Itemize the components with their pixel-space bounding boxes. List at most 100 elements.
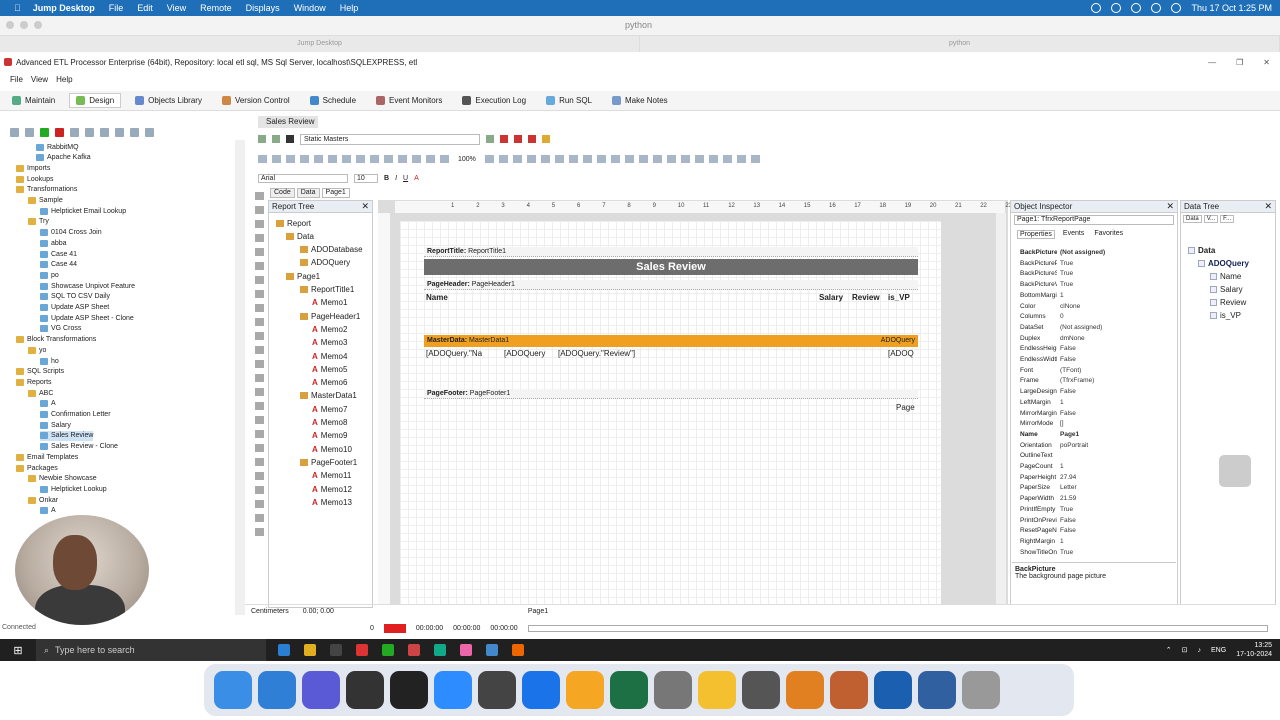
property-row[interactable]: LeftMargin 1 — [1012, 399, 1158, 409]
tree-item[interactable]: Onkar — [28, 495, 58, 505]
tab-event-monitors[interactable]: Event Monitors — [370, 94, 448, 107]
property-value[interactable]: False — [1057, 388, 1158, 398]
toolbar-icon[interactable] — [638, 155, 648, 163]
dock-app-icon[interactable] — [522, 671, 560, 709]
etl-app-icon[interactable] — [512, 644, 524, 656]
toolbar-icon[interactable] — [610, 155, 620, 163]
tree-item[interactable]: Sample — [28, 196, 63, 206]
property-row[interactable]: BackPicture (Not assigned) — [1012, 249, 1158, 259]
status-icon[interactable] — [1131, 3, 1142, 13]
text-icon[interactable] — [254, 234, 264, 242]
data-field[interactable]: is_VP — [1210, 310, 1241, 320]
palette-icon[interactable] — [254, 304, 264, 312]
tree-item[interactable]: ho — [40, 356, 59, 366]
dock-app-icon[interactable] — [478, 671, 516, 709]
toolbar-icon[interactable] — [596, 155, 606, 163]
property-value[interactable]: (TfrxFrame) — [1057, 377, 1158, 387]
property-value[interactable]: (Not assigned) — [1057, 324, 1158, 334]
font-name-select[interactable]: Arial — [258, 173, 348, 183]
toolbar-icon[interactable] — [398, 155, 407, 163]
toolbar-icon[interactable] — [384, 155, 393, 163]
page-footer-band[interactable]: PageFooter: PageFooter1 — [424, 389, 918, 415]
menu-view[interactable]: View — [31, 75, 48, 84]
dock-app-icon[interactable] — [962, 671, 1000, 709]
property-row[interactable]: PaperHeight 27.94 — [1012, 474, 1158, 484]
page-header-band[interactable]: PageHeader: PageHeader1 — [424, 280, 918, 306]
tree-item[interactable]: Try — [28, 217, 49, 227]
property-row[interactable]: Duplex dmNone — [1012, 335, 1158, 345]
tree-item[interactable]: ABC — [28, 388, 53, 398]
property-row[interactable]: LargeDesignHFalse — [1012, 388, 1158, 398]
property-value[interactable]: clNone — [1057, 303, 1158, 313]
zoom-select[interactable]: 100% — [458, 156, 476, 163]
property-value[interactable]: (Not assigned) — [1057, 249, 1158, 259]
palette-icon[interactable] — [254, 444, 264, 452]
property-value[interactable]: True — [1057, 260, 1158, 270]
tree-item[interactable]: Transformations — [16, 185, 77, 195]
property-row[interactable]: Color clNone — [1012, 303, 1158, 313]
report-tree-node[interactable]: MasterData1 — [300, 391, 357, 401]
toolbar-icon[interactable] — [722, 155, 732, 163]
tree-item[interactable]: SQL TO CSV Daily — [40, 292, 110, 302]
toolbar-icon[interactable] — [540, 155, 550, 163]
copy-icon[interactable] — [10, 127, 19, 137]
tree-item[interactable]: RabbitMQ — [36, 142, 79, 152]
dock-app-icon[interactable] — [566, 671, 604, 709]
property-row[interactable]: EndlessWidth False — [1012, 356, 1158, 366]
property-row[interactable]: BackPicturePrTrue — [1012, 260, 1158, 270]
report-tree-node[interactable]: A Memo1 — [312, 298, 347, 308]
property-value[interactable]: True — [1057, 549, 1158, 559]
palette-icon[interactable] — [254, 332, 264, 340]
property-value[interactable]: Page1 — [1057, 431, 1158, 441]
tab-maintain[interactable]: Maintain — [6, 94, 61, 107]
toolbar-icon[interactable] — [750, 155, 760, 163]
toolbar-icon[interactable] — [514, 135, 522, 143]
report-title-band[interactable]: ReportTitle: ReportTitle1 — [424, 247, 918, 257]
toolbar-icon[interactable] — [512, 155, 522, 163]
palette-icon[interactable] — [254, 528, 264, 536]
underline-icon[interactable]: U — [403, 175, 408, 182]
report-title-memo[interactable]: Sales Review — [424, 259, 918, 275]
tree-item[interactable]: Confirmation Letter — [40, 410, 111, 420]
mac-menu-remote[interactable]: Remote — [200, 3, 232, 13]
tab-design[interactable]: Design — [69, 93, 122, 108]
property-row[interactable]: MirrorMode[] — [1012, 420, 1158, 430]
lock-icon[interactable] — [542, 135, 550, 143]
mac-clock[interactable]: Thu 17 Oct 1:25 PM — [1191, 3, 1272, 13]
property-value[interactable]: dmNone — [1057, 335, 1158, 345]
palette-icon[interactable] — [254, 262, 264, 270]
property-value[interactable]: True — [1057, 281, 1158, 291]
remote-tab[interactable]: Jump Desktop — [0, 36, 640, 52]
property-row[interactable]: EndlessHeightFalse — [1012, 345, 1158, 355]
tree-item[interactable]: SQL Scripts — [16, 367, 64, 377]
report-tree-node[interactable]: PageHeader1 — [300, 311, 360, 321]
property-row[interactable]: Frame (TfrxFrame) — [1012, 377, 1158, 387]
zoom-icon[interactable] — [254, 220, 264, 228]
report-tree-node[interactable]: ADOQuery — [300, 258, 350, 268]
report-tree-node[interactable]: A Memo9 — [312, 431, 347, 441]
mac-app-name[interactable]: Jump Desktop — [33, 3, 95, 13]
data-query[interactable]: ADOQuery — [1198, 258, 1249, 268]
app-icon[interactable] — [486, 644, 498, 656]
report-tree-node[interactable]: A Memo2 — [312, 324, 347, 334]
palette-icon[interactable] — [254, 402, 264, 410]
menu-file[interactable]: File — [10, 75, 23, 84]
palette-icon[interactable] — [254, 248, 264, 256]
report-tree-node[interactable]: Report — [276, 218, 311, 228]
cut-icon[interactable] — [70, 127, 79, 137]
report-tree-node[interactable]: A Memo13 — [312, 497, 352, 507]
property-value[interactable]: False — [1057, 345, 1158, 355]
report-tree-node[interactable]: ReportTitle1 — [300, 285, 354, 295]
master-salary-memo[interactable]: [ADOQuery — [504, 349, 545, 358]
wifi-icon[interactable] — [1151, 3, 1162, 13]
copy-icon[interactable] — [85, 127, 94, 137]
property-row[interactable]: RightMargin 1 — [1012, 538, 1158, 548]
report-tree-node[interactable]: Page1 — [286, 271, 320, 281]
toolbar-icon[interactable] — [314, 155, 323, 163]
report-tree-node[interactable]: A Memo10 — [312, 444, 352, 454]
report-tree-node[interactable]: PageFooter1 — [300, 457, 357, 467]
palette-icon[interactable] — [254, 388, 264, 396]
tree-item[interactable]: Sales Review - Clone — [40, 442, 118, 452]
tab-favorites[interactable]: Favorites — [1092, 230, 1125, 239]
tab-code[interactable]: Code — [270, 188, 295, 198]
